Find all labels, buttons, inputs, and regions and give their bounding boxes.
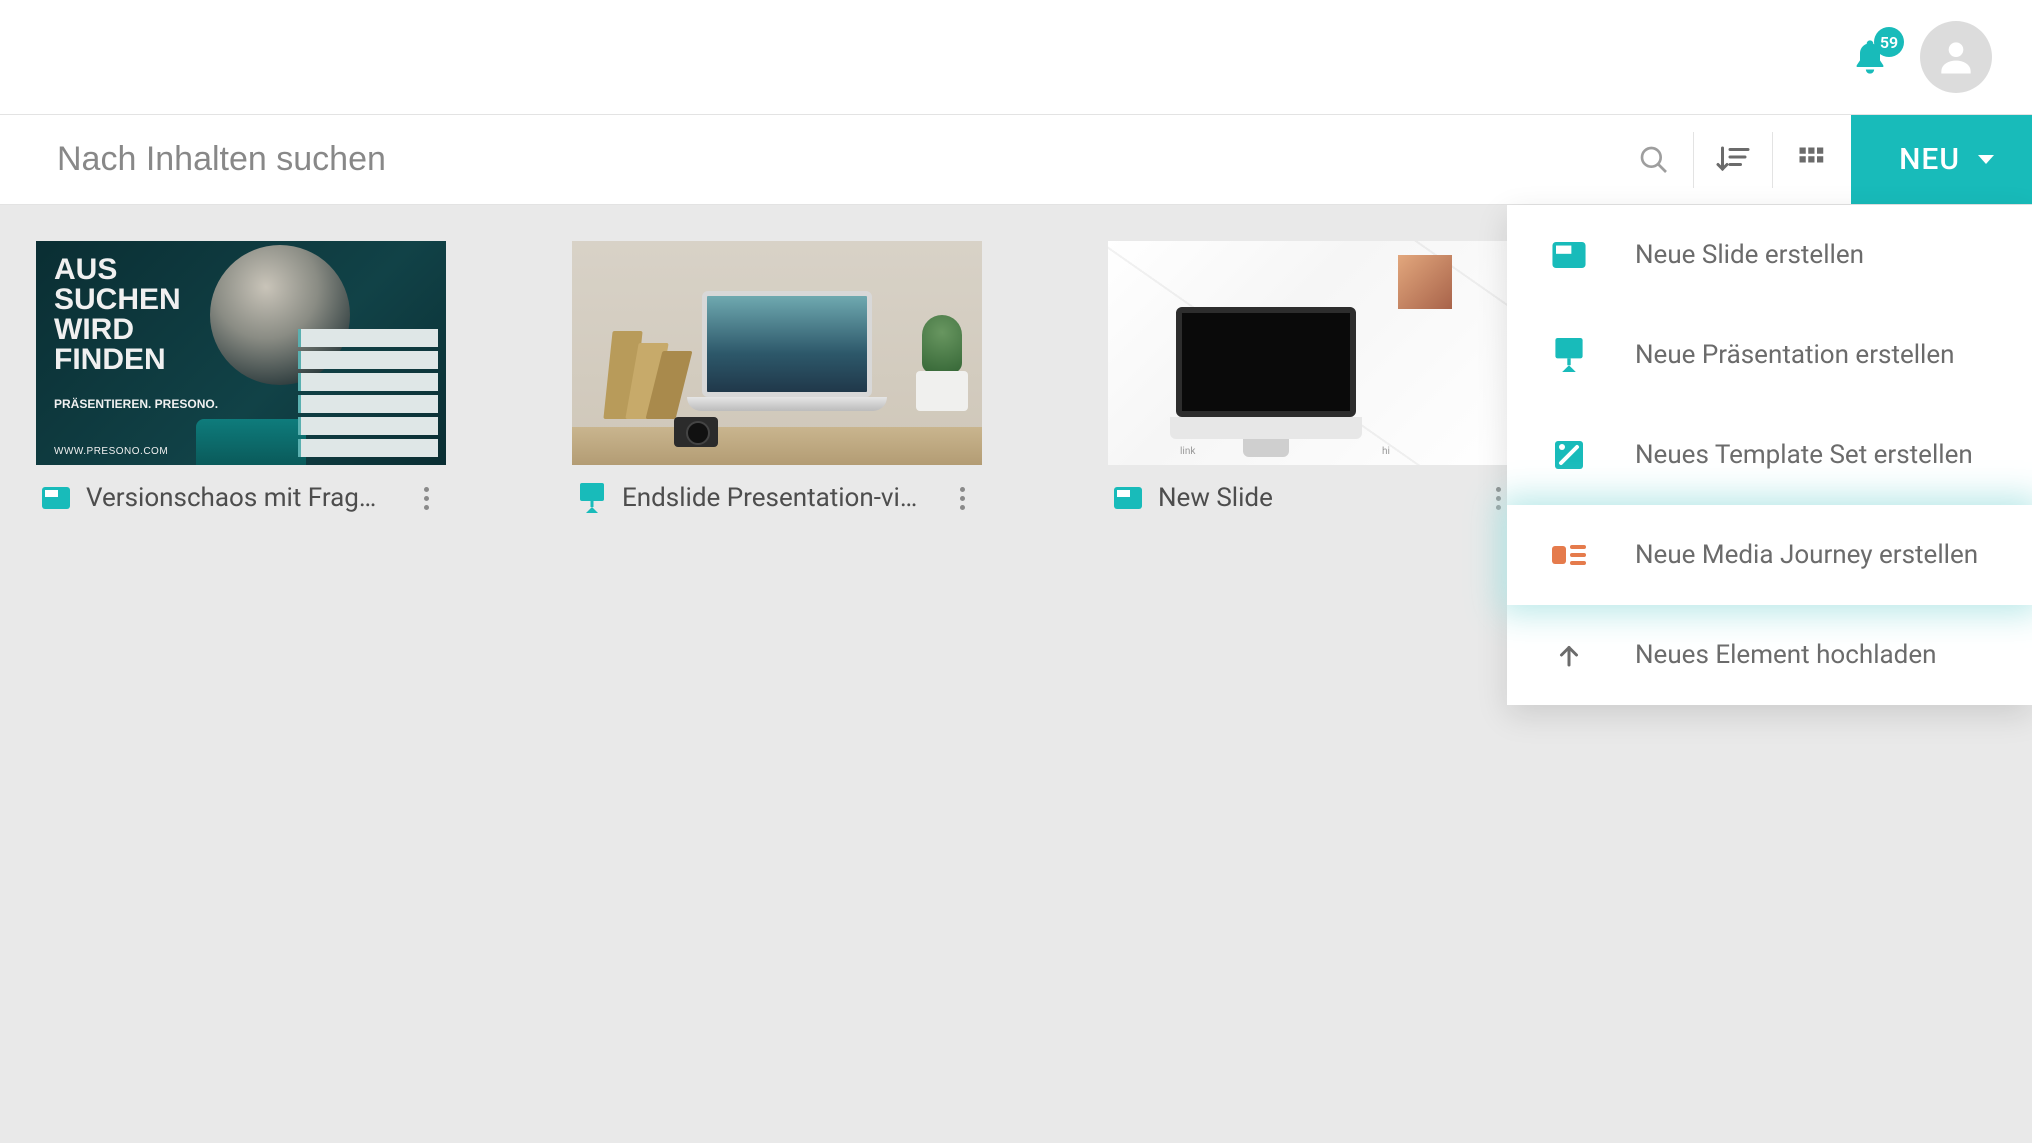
- slide-icon: [1114, 484, 1142, 512]
- menu-item-new-slide[interactable]: Neue Slide erstellen: [1507, 205, 2032, 305]
- thumb-label-right: hi: [1382, 446, 1390, 457]
- toolbar: NEU: [0, 115, 2032, 205]
- person-icon: [1934, 35, 1978, 79]
- search-input[interactable]: [55, 139, 1615, 180]
- notification-badge: 59: [1874, 27, 1904, 57]
- user-avatar[interactable]: [1920, 21, 1992, 93]
- thumb-subtitle: PRÄSENTIEREN. PRESONO.: [54, 397, 218, 411]
- content-card[interactable]: Endslide Presentation-vi…: [572, 241, 982, 513]
- card-more-button[interactable]: [412, 487, 440, 510]
- sort-icon: [1715, 142, 1751, 178]
- search-button[interactable]: [1615, 115, 1693, 204]
- thumb-label-left: link: [1180, 446, 1195, 457]
- new-button-label: NEU: [1899, 142, 1960, 177]
- card-thumbnail: AUS SUCHEN WIRD FINDEN PRÄSENTIEREN. PRE…: [36, 241, 446, 465]
- view-grid-button[interactable]: [1773, 115, 1851, 204]
- grid-icon: [1797, 145, 1827, 175]
- notifications-button[interactable]: 59: [1850, 37, 1890, 77]
- presentation-icon: [1551, 337, 1587, 373]
- menu-item-new-media-journey[interactable]: Neue Media Journey erstellen: [1507, 505, 2032, 605]
- menu-item-label: Neue Media Journey erstellen: [1635, 540, 1978, 570]
- sort-button[interactable]: [1694, 115, 1772, 204]
- slide-icon: [1551, 237, 1587, 273]
- menu-item-label: Neues Template Set erstellen: [1635, 440, 1973, 470]
- thumb-footer: WWW.PRESONO.COM: [54, 446, 168, 457]
- menu-item-upload-element[interactable]: Neues Element hochladen: [1507, 605, 2032, 705]
- upload-icon: [1551, 637, 1587, 673]
- chevron-down-icon: [1978, 155, 1994, 164]
- toolbar-actions: NEU: [1615, 115, 2032, 204]
- thumb-headline: AUS SUCHEN WIRD FINDEN: [54, 255, 181, 375]
- content-card[interactable]: AUS SUCHEN WIRD FINDEN PRÄSENTIEREN. PRE…: [36, 241, 446, 513]
- search-icon: [1638, 144, 1670, 176]
- menu-item-new-template[interactable]: Neues Template Set erstellen: [1507, 405, 2032, 505]
- menu-item-new-presentation[interactable]: Neue Präsentation erstellen: [1507, 305, 2032, 405]
- template-icon: [1551, 437, 1587, 473]
- card-title: Endslide Presentation-vi…: [622, 483, 932, 513]
- slide-icon: [42, 484, 70, 512]
- presentation-icon: [578, 484, 606, 512]
- card-thumbnail: link hi: [1108, 241, 1518, 465]
- menu-item-label: Neues Element hochladen: [1635, 640, 1936, 670]
- menu-item-label: Neue Präsentation erstellen: [1635, 340, 1955, 370]
- media-journey-icon: [1551, 537, 1587, 573]
- card-thumbnail: [572, 241, 982, 465]
- new-button[interactable]: NEU: [1851, 115, 2032, 204]
- header-bar: 59: [0, 0, 2032, 115]
- new-dropdown: Neue Slide erstellen Neue Präsentation e…: [1507, 205, 2032, 705]
- card-title: Versionschaos mit Frag…: [86, 483, 396, 513]
- card-title: New Slide: [1158, 483, 1468, 513]
- card-more-button[interactable]: [948, 487, 976, 510]
- menu-item-label: Neue Slide erstellen: [1635, 240, 1864, 270]
- content-card[interactable]: link hi New Slide: [1108, 241, 1518, 513]
